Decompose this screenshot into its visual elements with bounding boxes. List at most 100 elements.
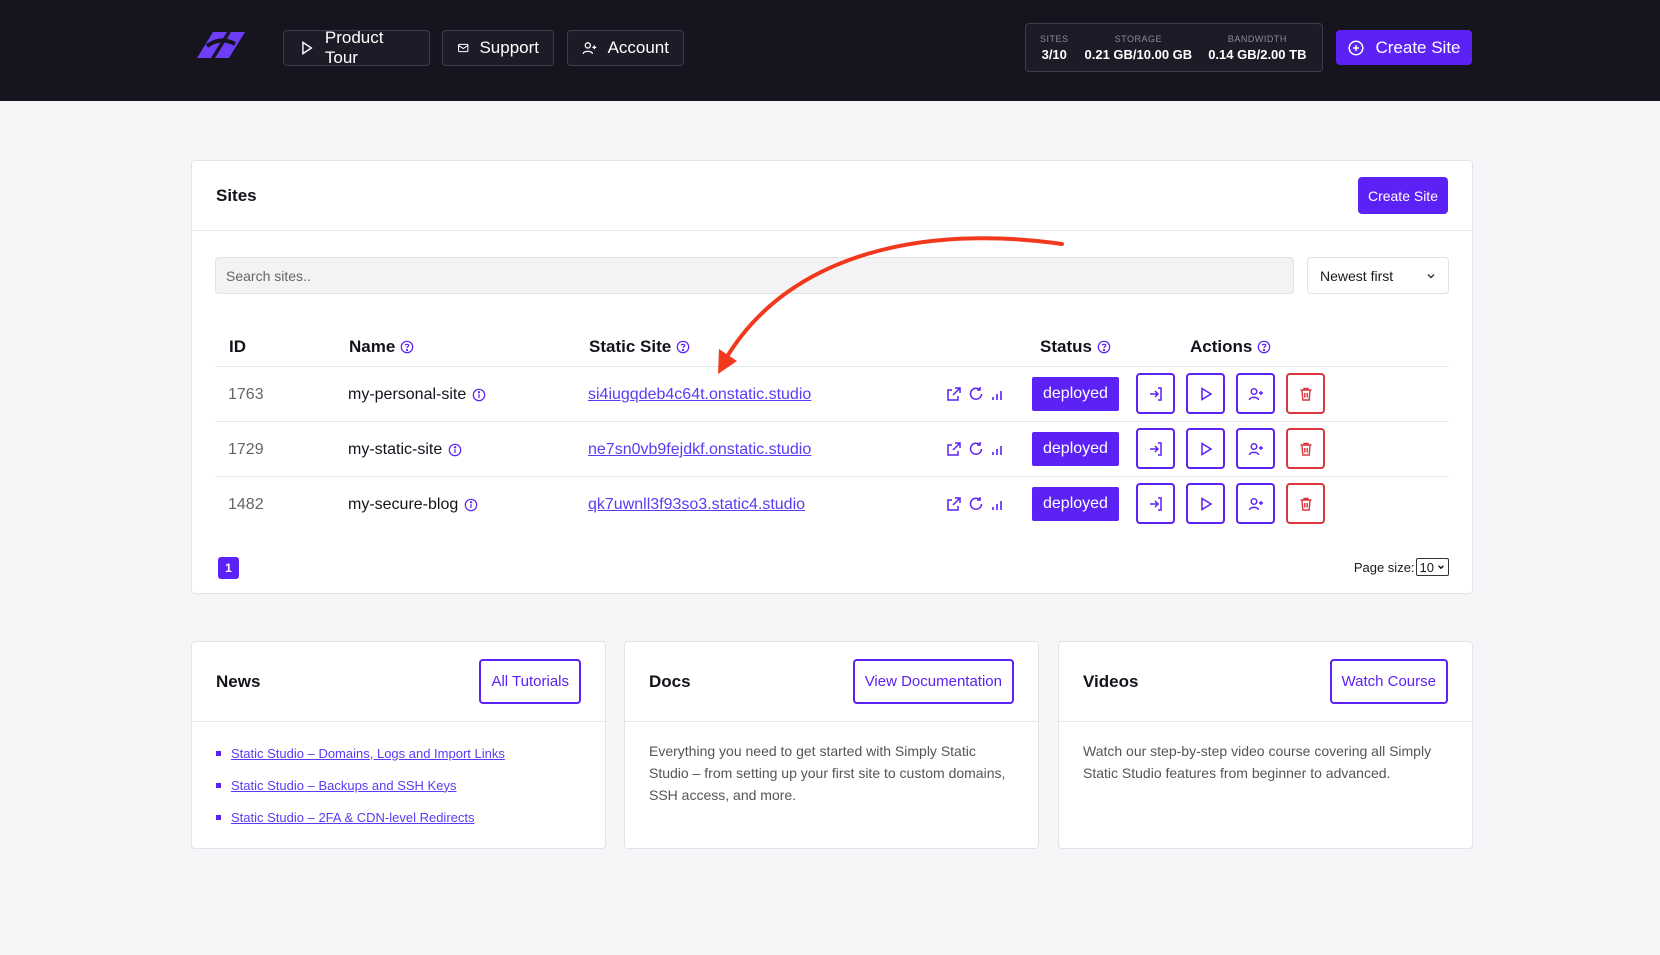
- help-icon[interactable]: [400, 340, 414, 354]
- stat-label: STORAGE: [1114, 33, 1163, 44]
- support-button[interactable]: Support: [442, 30, 554, 66]
- preview-button[interactable]: [1186, 483, 1225, 524]
- support-label: Support: [479, 38, 539, 57]
- login-button[interactable]: [1136, 428, 1175, 469]
- news-link[interactable]: Static Studio – 2FA & CDN-level Redirect…: [231, 810, 475, 825]
- refresh-icon[interactable]: [968, 386, 984, 402]
- stat-bandwidth: BANDWIDTH 0.14 GB/2.00 TB: [1208, 34, 1306, 62]
- refresh-icon[interactable]: [968, 441, 984, 457]
- videos-card-header: Videos Watch Course: [1059, 642, 1472, 722]
- news-link[interactable]: Static Studio – Domains, Logs and Import…: [231, 746, 505, 761]
- list-item: Static Studio – 2FA & CDN-level Redirect…: [216, 801, 581, 833]
- view-documentation-button[interactable]: View Documentation: [852, 659, 1014, 704]
- help-icon[interactable]: [676, 340, 690, 354]
- trash-icon: [1300, 497, 1311, 511]
- product-tour-label: Product Tour: [324, 28, 384, 67]
- all-tutorials-button[interactable]: All Tutorials: [479, 659, 581, 704]
- sort-value: Newest first: [1320, 267, 1394, 284]
- play-icon: [1200, 496, 1212, 511]
- info-icon[interactable]: [448, 443, 462, 457]
- news-title: News: [216, 671, 261, 691]
- preview-button[interactable]: [1186, 428, 1225, 469]
- refresh-icon[interactable]: [968, 496, 984, 512]
- status-badge: deployed: [1032, 487, 1119, 521]
- docs-card-header: Docs View Documentation: [625, 642, 1038, 722]
- logo-icon[interactable]: [193, 28, 249, 62]
- stat-value: 3/10: [1041, 46, 1067, 62]
- static-site-link[interactable]: si4iugqdeb4c64t.onstatic.studio: [588, 386, 811, 404]
- column-name: Name: [349, 337, 414, 357]
- user-plus-icon: [1248, 387, 1263, 400]
- preview-button[interactable]: [1186, 373, 1225, 414]
- stats-bars-icon[interactable]: [990, 441, 1006, 457]
- videos-card: Videos Watch Course Watch our step-by-st…: [1058, 641, 1473, 849]
- docs-title: Docs: [649, 671, 691, 691]
- column-actions-label: Actions: [1190, 337, 1253, 356]
- help-icon[interactable]: [1097, 340, 1111, 354]
- static-site-link[interactable]: qk7uwnll3f93so3.static4.studio: [588, 496, 805, 514]
- table-row: 1482 my-secure-blog qk7uwnll3f93so3.stat…: [215, 477, 1449, 532]
- docs-card: Docs View Documentation Everything you n…: [624, 641, 1039, 849]
- page-1-button[interactable]: 1: [218, 557, 239, 579]
- login-button[interactable]: [1136, 483, 1175, 524]
- user-plus-icon: [1248, 497, 1263, 510]
- create-site-button[interactable]: Create Site: [1357, 177, 1448, 214]
- login-button[interactable]: [1136, 373, 1175, 414]
- column-status-label: Status: [1040, 337, 1092, 356]
- sites-title: Sites: [216, 185, 257, 205]
- info-icon[interactable]: [464, 498, 478, 512]
- news-link[interactable]: Static Studio – Backups and SSH Keys: [231, 778, 456, 793]
- external-link-icon[interactable]: [946, 441, 962, 457]
- stats-bars-icon[interactable]: [990, 386, 1006, 402]
- external-link-icon[interactable]: [946, 386, 962, 402]
- delete-button[interactable]: [1286, 483, 1325, 524]
- sort-select[interactable]: Newest first: [1307, 257, 1449, 294]
- stat-value: 0.21 GB/10.00 GB: [1084, 46, 1193, 62]
- add-user-button[interactable]: [1236, 373, 1275, 414]
- static-site-link[interactable]: ne7sn0vb9fejdkf.onstatic.studio: [588, 441, 811, 459]
- videos-title: Videos: [1083, 671, 1139, 691]
- account-button[interactable]: Account: [567, 30, 684, 66]
- page-size-select[interactable]: 10: [1415, 558, 1449, 576]
- status-badge: deployed: [1032, 377, 1119, 411]
- list-item: Static Studio – Backups and SSH Keys: [216, 769, 581, 801]
- play-icon: [1200, 441, 1212, 456]
- page-size-control: Page size: 10: [1354, 558, 1449, 576]
- login-icon: [1149, 441, 1162, 456]
- add-user-button[interactable]: [1236, 483, 1275, 524]
- info-icon[interactable]: [472, 388, 486, 402]
- create-site-top-button[interactable]: Create Site: [1336, 30, 1472, 65]
- add-user-button[interactable]: [1236, 428, 1275, 469]
- site-id: 1763: [228, 386, 264, 403]
- search-input[interactable]: [215, 257, 1294, 294]
- bullet-icon: [216, 782, 221, 788]
- external-link-icon[interactable]: [946, 496, 962, 512]
- site-tools: [946, 496, 1006, 512]
- watch-course-button[interactable]: Watch Course: [1329, 659, 1448, 704]
- page-size-label: Page size:: [1353, 559, 1415, 575]
- table-row: 1763 my-personal-site si4iugqdeb4c64t.on…: [215, 367, 1449, 422]
- delete-button[interactable]: [1286, 428, 1325, 469]
- stat-storage: STORAGE 0.21 GB/10.00 GB: [1085, 34, 1193, 62]
- site-name-text: my-personal-site: [348, 386, 467, 403]
- column-static-site: Static Site: [589, 337, 690, 357]
- stats-bars-icon[interactable]: [990, 496, 1006, 512]
- table-row: 1729 my-static-site ne7sn0vb9fejdkf.onst…: [215, 422, 1449, 477]
- site-name: my-personal-site: [348, 386, 486, 404]
- bullet-icon: [216, 814, 221, 820]
- column-id-label: ID: [229, 337, 246, 356]
- delete-button[interactable]: [1286, 373, 1325, 414]
- news-card: News All Tutorials Static Studio – Domai…: [191, 641, 606, 849]
- stat-label: SITES: [1040, 33, 1069, 44]
- product-tour-button[interactable]: Product Tour: [283, 28, 430, 67]
- mail-icon: [458, 43, 469, 53]
- play-icon: [1200, 386, 1212, 401]
- sites-card-header: Sites Create Site: [192, 161, 1472, 231]
- news-card-header: News All Tutorials: [192, 642, 605, 722]
- stat-label: BANDWIDTH: [1227, 33, 1287, 44]
- help-icon[interactable]: [1257, 340, 1271, 354]
- create-site-top-label: Create Site: [1375, 37, 1461, 57]
- trash-icon: [1300, 442, 1311, 456]
- status-badge: deployed: [1032, 432, 1119, 466]
- column-status: Status: [1040, 337, 1111, 357]
